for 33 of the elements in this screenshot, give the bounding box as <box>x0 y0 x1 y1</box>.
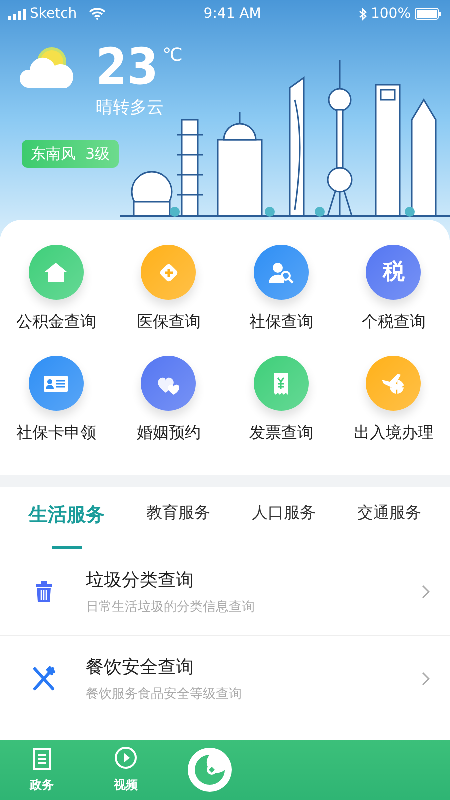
clock-time: 9:41 AM <box>204 4 262 24</box>
temperature-unit: ℃ <box>162 44 183 68</box>
battery-icon <box>415 8 442 20</box>
chevron-right-icon[interactable] <box>422 672 430 686</box>
play-circle-icon[interactable] <box>114 746 138 772</box>
service-description: 日常生活垃圾的分类信息查询 <box>86 598 256 616</box>
chevron-right-icon[interactable] <box>422 584 430 599</box>
weather-description: 晴转多云 <box>96 97 165 120</box>
battery-percent: 100% <box>370 4 411 24</box>
wifi-icon <box>89 8 106 20</box>
document-icon[interactable] <box>30 746 54 772</box>
carrier-name: Sketch <box>30 4 78 24</box>
signal-icon <box>8 8 26 20</box>
service-title[interactable]: 餐饮安全查询 <box>86 654 422 681</box>
wind-badge: 东南风 3级 <box>22 140 120 168</box>
category-tab[interactable]: 人口服务 <box>252 487 316 535</box>
bluetooth-icon <box>358 8 367 20</box>
service-label[interactable]: 出入境办理 <box>354 421 434 445</box>
service-label[interactable]: 社保卡申领 <box>16 421 96 445</box>
fork-knife-icon <box>32 666 56 692</box>
service-label[interactable]: 婚姻预约 <box>136 421 201 445</box>
service-glyph: 税 <box>382 259 405 287</box>
service-label[interactable]: 医保查询 <box>136 310 201 334</box>
category-tab[interactable]: 交通服务 <box>357 487 422 535</box>
service-label[interactable]: 个税查询 <box>362 310 426 334</box>
category-tab[interactable]: 教育服务 <box>146 487 210 535</box>
service-label[interactable]: 发票查询 <box>249 421 314 445</box>
service-title[interactable]: 垃圾分类查询 <box>86 566 422 594</box>
temperature: 23 <box>96 42 159 92</box>
service-description: 餐饮服务食品安全等级查询 <box>86 686 243 704</box>
service-label[interactable]: 公积金查询 <box>16 310 96 334</box>
service-label[interactable]: 社保查询 <box>249 310 314 334</box>
app-logo-icon[interactable] <box>187 747 233 793</box>
